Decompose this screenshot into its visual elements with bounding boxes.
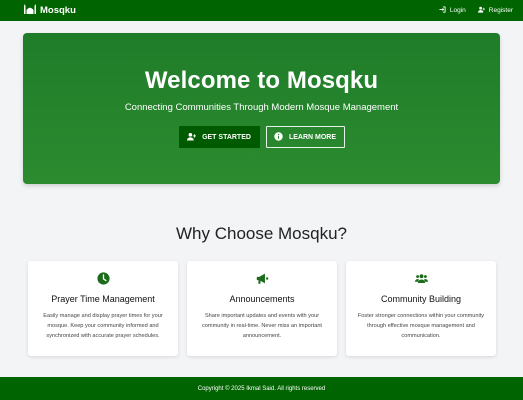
feature-card-announcements: Announcements Share important updates an… <box>187 261 337 356</box>
feature-card-community: Community Building Foster stronger conne… <box>346 261 496 356</box>
feature-description: Share important updates and events with … <box>202 313 322 339</box>
brand-link[interactable]: Mosqku <box>24 4 76 17</box>
nav-links: Login Register <box>439 6 513 15</box>
learn-more-button[interactable]: LEARN MORE <box>265 126 345 148</box>
feature-title: Community Building <box>380 294 462 304</box>
footer: Copyright © 2025 Ikmal Said. All rights … <box>0 377 523 400</box>
info-circle-icon <box>274 131 283 143</box>
get-started-button[interactable]: GET STARTED <box>178 126 260 148</box>
brand-name: Mosqku <box>40 5 76 16</box>
users-icon <box>346 272 496 285</box>
clock-icon <box>28 272 178 285</box>
hero-title: Welcome to Mosqku <box>144 67 379 94</box>
feature-title: Announcements <box>229 294 295 304</box>
user-plus-icon <box>187 132 197 143</box>
navbar: Mosqku Login Register <box>0 0 523 21</box>
feature-description: Easily manage and display prayer times f… <box>43 313 163 339</box>
register-label: Register <box>488 7 513 14</box>
feature-card-prayer-time: Prayer Time Management Easily manage and… <box>28 261 178 356</box>
hero-buttons: GET STARTED LEARN MORE <box>23 126 500 148</box>
copyright-text: Copyright © 2025 Ikmal Said. All rights … <box>197 385 326 392</box>
hero-banner: Welcome to Mosqku Connecting Communities… <box>23 33 500 184</box>
features-heading: Why Choose Mosqku? <box>175 224 348 243</box>
login-label: Login <box>449 7 466 14</box>
hero-subtitle: Connecting Communities Through Modern Mo… <box>124 102 399 113</box>
user-plus-icon <box>477 6 485 15</box>
register-link[interactable]: Register <box>477 6 513 15</box>
feature-description: Foster stronger connections within your … <box>357 313 485 339</box>
megaphone-icon <box>187 272 337 285</box>
feature-title: Prayer Time Management <box>51 294 155 304</box>
mosque-logo-icon <box>24 4 36 17</box>
login-icon <box>439 6 446 15</box>
get-started-label: GET STARTED <box>202 133 251 141</box>
learn-more-label: LEARN MORE <box>288 133 337 141</box>
login-link[interactable]: Login <box>439 6 466 15</box>
